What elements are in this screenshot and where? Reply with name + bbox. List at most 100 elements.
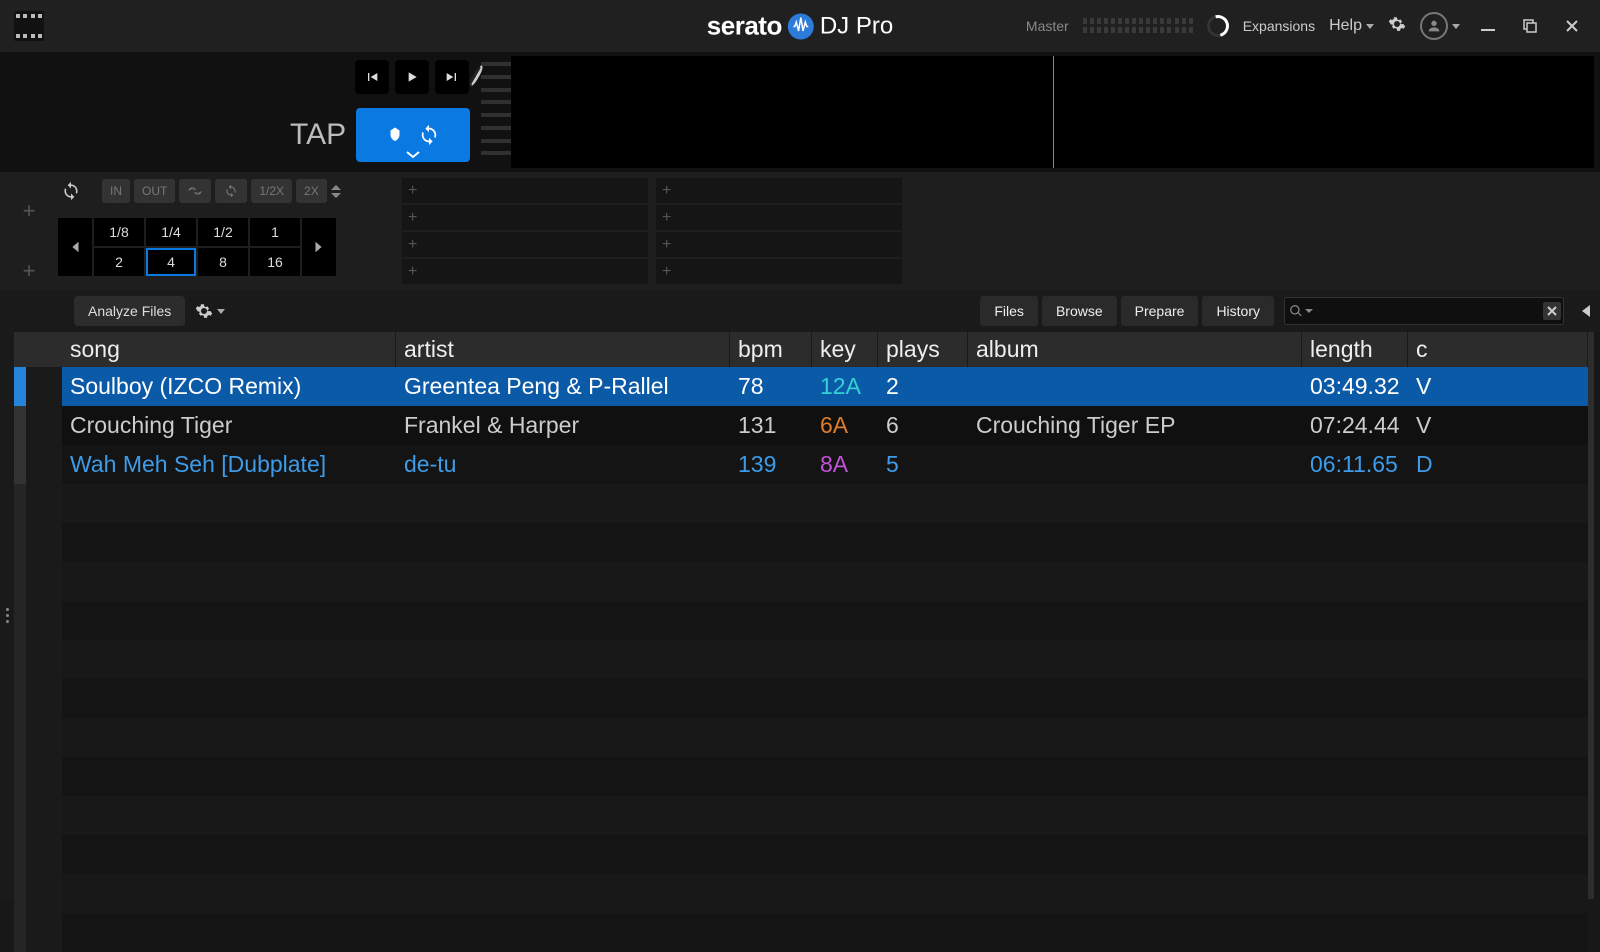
chevron-down-icon <box>1452 24 1460 29</box>
expansions-link[interactable]: Expansions <box>1243 18 1315 34</box>
beat-1-2[interactable]: 1/2 <box>198 218 248 246</box>
add-deck-button[interactable]: + <box>23 198 36 224</box>
chevron-down-icon <box>1366 24 1374 29</box>
master-meter <box>1083 18 1193 34</box>
table-row-empty <box>14 484 1588 523</box>
loop-half-button[interactable]: 1/2X <box>251 179 292 203</box>
master-label: Master <box>1026 18 1069 34</box>
col-album[interactable]: album <box>968 332 1302 367</box>
cue-slot[interactable]: + <box>402 232 648 257</box>
tag-icon <box>386 126 404 144</box>
loading-spinner-icon <box>1203 11 1233 41</box>
col-bpm[interactable]: bpm <box>730 332 812 367</box>
deck-area: TAP <box>0 52 1600 172</box>
brand-wave-icon <box>788 13 814 39</box>
table-body: Soulboy (IZCO Remix) Greentea Peng & P-R… <box>14 367 1588 952</box>
loop-active-button[interactable] <box>215 179 247 203</box>
cue-slot[interactable]: + <box>402 178 648 203</box>
col-plays[interactable]: plays <box>878 332 968 367</box>
beat-prev-button[interactable] <box>58 218 92 276</box>
tap-button[interactable]: TAP <box>290 118 346 152</box>
beat-8[interactable]: 8 <box>198 248 248 276</box>
tab-browse[interactable]: Browse <box>1042 296 1117 326</box>
brand-bold: serato <box>707 11 782 42</box>
loop-cue-area: + + IN OUT 1/2X 2X 1/81/41/21 24816 + + +… <box>0 172 1600 290</box>
play-button[interactable] <box>395 60 429 94</box>
help-menu[interactable]: Help <box>1329 17 1374 35</box>
tab-prepare[interactable]: Prepare <box>1121 296 1199 326</box>
deck-meter <box>481 62 511 162</box>
table-row-empty <box>14 913 1588 952</box>
table-row[interactable]: Soulboy (IZCO Remix) Greentea Peng & P-R… <box>14 367 1588 406</box>
table-row-empty <box>14 874 1588 913</box>
tab-history[interactable]: History <box>1202 296 1274 326</box>
title-bar: serato DJ Pro Master Expansions Help <box>0 0 1600 52</box>
loop-double-button[interactable]: 2X <box>296 179 327 203</box>
gear-icon <box>195 302 213 320</box>
table-row-empty <box>14 757 1588 796</box>
tab-files[interactable]: Files <box>980 296 1038 326</box>
table-header: song artist bpm key plays album length c <box>14 332 1588 367</box>
table-row[interactable]: Wah Meh Seh [Dubplate] de-tu 139 8A 5 06… <box>14 445 1588 484</box>
reloop-button[interactable] <box>179 179 211 203</box>
sync-panel[interactable] <box>356 108 470 162</box>
clear-search-button[interactable] <box>1543 302 1561 320</box>
analyze-files-button[interactable]: Analyze Files <box>74 296 185 326</box>
col-key[interactable]: key <box>812 332 878 367</box>
search-icon <box>1289 304 1303 318</box>
user-menu[interactable] <box>1420 12 1460 40</box>
maximize-button[interactable] <box>1516 12 1544 40</box>
beat-16[interactable]: 16 <box>250 248 300 276</box>
video-view-icon[interactable] <box>14 11 44 41</box>
chevron-down-icon <box>406 151 420 159</box>
loop-out-button[interactable]: OUT <box>134 179 175 203</box>
cue-slot[interactable]: + <box>656 259 902 284</box>
cue-slot[interactable]: + <box>656 232 902 257</box>
loop-sync-icon[interactable] <box>58 178 84 204</box>
col-extra[interactable]: c <box>1408 332 1588 367</box>
beat-1-8[interactable]: 1/8 <box>94 218 144 246</box>
beat-4[interactable]: 4 <box>146 248 196 276</box>
brand-light: DJ Pro <box>820 12 893 40</box>
library-toolbar: Analyze Files Files Browse Prepare Histo… <box>0 290 1600 332</box>
col-length[interactable]: length <box>1302 332 1408 367</box>
sync-icon <box>418 124 440 146</box>
prev-track-button[interactable] <box>355 60 389 94</box>
beat-next-button[interactable] <box>302 218 336 276</box>
close-button[interactable] <box>1558 12 1586 40</box>
library-settings-button[interactable] <box>195 302 225 320</box>
loop-in-button[interactable]: IN <box>102 179 130 203</box>
beat-1-4[interactable]: 1/4 <box>146 218 196 246</box>
chevron-down-icon <box>217 309 225 314</box>
cue-slot[interactable]: + <box>656 205 902 230</box>
track-table: song artist bpm key plays album length c… <box>0 332 1594 899</box>
table-row[interactable]: Crouching Tiger Frankel & Harper 131 6A … <box>14 406 1588 445</box>
col-artist[interactable]: artist <box>396 332 730 367</box>
table-row-empty <box>14 835 1588 874</box>
app-logo: serato DJ Pro <box>707 11 893 42</box>
col-song[interactable]: song <box>62 332 396 367</box>
cue-slot[interactable]: + <box>402 259 648 284</box>
playhead[interactable] <box>1053 56 1054 168</box>
next-track-button[interactable] <box>435 60 469 94</box>
resize-handle[interactable] <box>0 332 14 899</box>
settings-button[interactable] <box>1388 15 1406 38</box>
beat-length-grid: 1/81/41/21 24816 <box>94 218 300 276</box>
table-row-empty <box>14 523 1588 562</box>
loop-adjust-stepper[interactable] <box>331 185 341 198</box>
table-row-empty <box>14 796 1588 835</box>
table-row-empty <box>14 601 1588 640</box>
search-input[interactable] <box>1284 297 1564 325</box>
add-deck-button[interactable]: + <box>23 258 36 284</box>
waveform-display[interactable] <box>511 56 1594 168</box>
cue-slot[interactable]: + <box>402 205 648 230</box>
scrollbar[interactable] <box>1588 332 1594 899</box>
collapse-panel-button[interactable] <box>1582 305 1590 317</box>
minimize-button[interactable] <box>1474 12 1502 40</box>
table-row-empty <box>14 640 1588 679</box>
help-label: Help <box>1329 17 1362 35</box>
avatar-icon <box>1420 12 1448 40</box>
cue-slot[interactable]: + <box>656 178 902 203</box>
beat-1[interactable]: 1 <box>250 218 300 246</box>
beat-2[interactable]: 2 <box>94 248 144 276</box>
